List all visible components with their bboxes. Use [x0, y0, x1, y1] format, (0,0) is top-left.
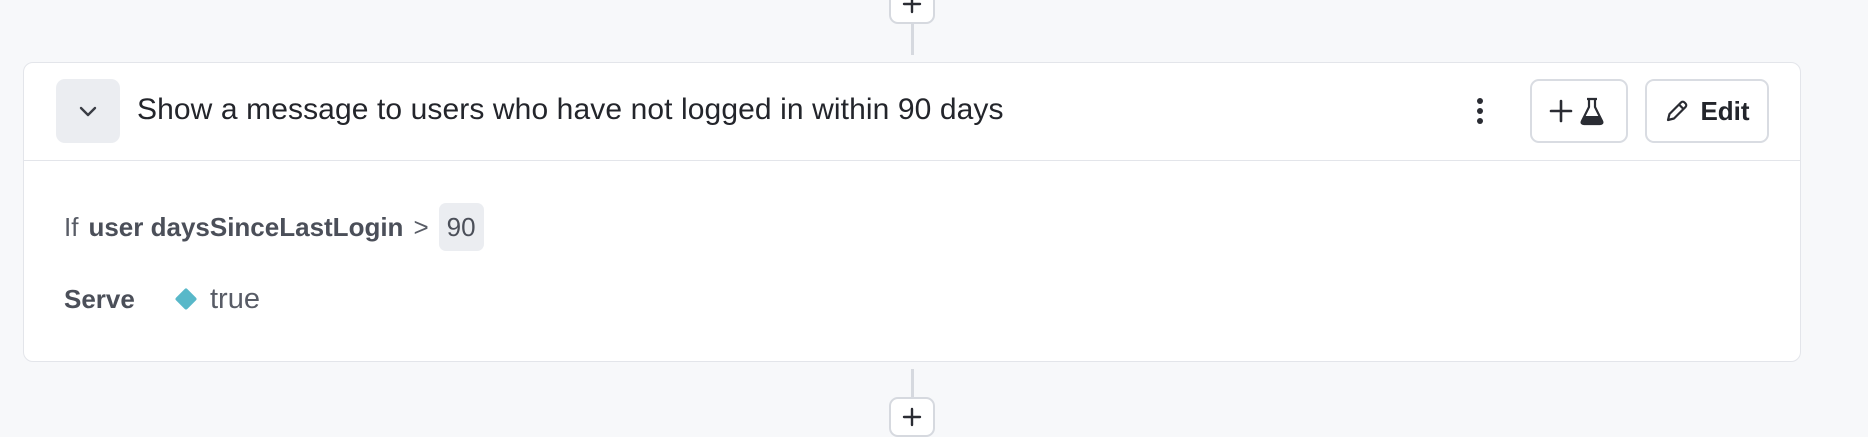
rule-title: Show a message to users who have not log…	[137, 93, 1004, 126]
rule-condition: If user daysSinceLastLogin > 90	[64, 203, 484, 251]
condition-keyword: If	[64, 211, 79, 242]
condition-operator: >	[413, 211, 429, 242]
plus-icon	[902, 0, 922, 14]
serve-row: Serve true	[64, 279, 260, 319]
edit-label: Edit	[1700, 95, 1750, 126]
add-experiment-button[interactable]	[1530, 79, 1628, 143]
variation-diamond-icon	[172, 285, 200, 313]
add-rule-above-button[interactable]	[889, 0, 935, 24]
plus-icon	[902, 407, 922, 427]
targeting-rule-card: Show a message to users who have not log…	[23, 62, 1801, 362]
variation-label: true	[210, 282, 260, 315]
vertical-dots-icon	[1477, 98, 1483, 124]
add-rule-below-button[interactable]	[889, 397, 935, 437]
more-options-button[interactable]	[1460, 89, 1500, 133]
condition-attribute: user daysSinceLastLogin	[88, 211, 404, 242]
condition-value-chip: 90	[438, 203, 484, 251]
chevron-down-icon	[79, 106, 97, 117]
collapse-rule-button[interactable]	[56, 79, 120, 143]
pencil-icon	[1667, 100, 1688, 122]
bottom-connector-line	[911, 369, 914, 399]
top-connector-line	[911, 22, 914, 55]
edit-rule-button[interactable]: Edit	[1645, 79, 1769, 143]
serve-label: Serve	[64, 283, 135, 314]
rule-header: Show a message to users who have not log…	[24, 63, 1800, 161]
plus-flask-icon	[1549, 97, 1604, 126]
